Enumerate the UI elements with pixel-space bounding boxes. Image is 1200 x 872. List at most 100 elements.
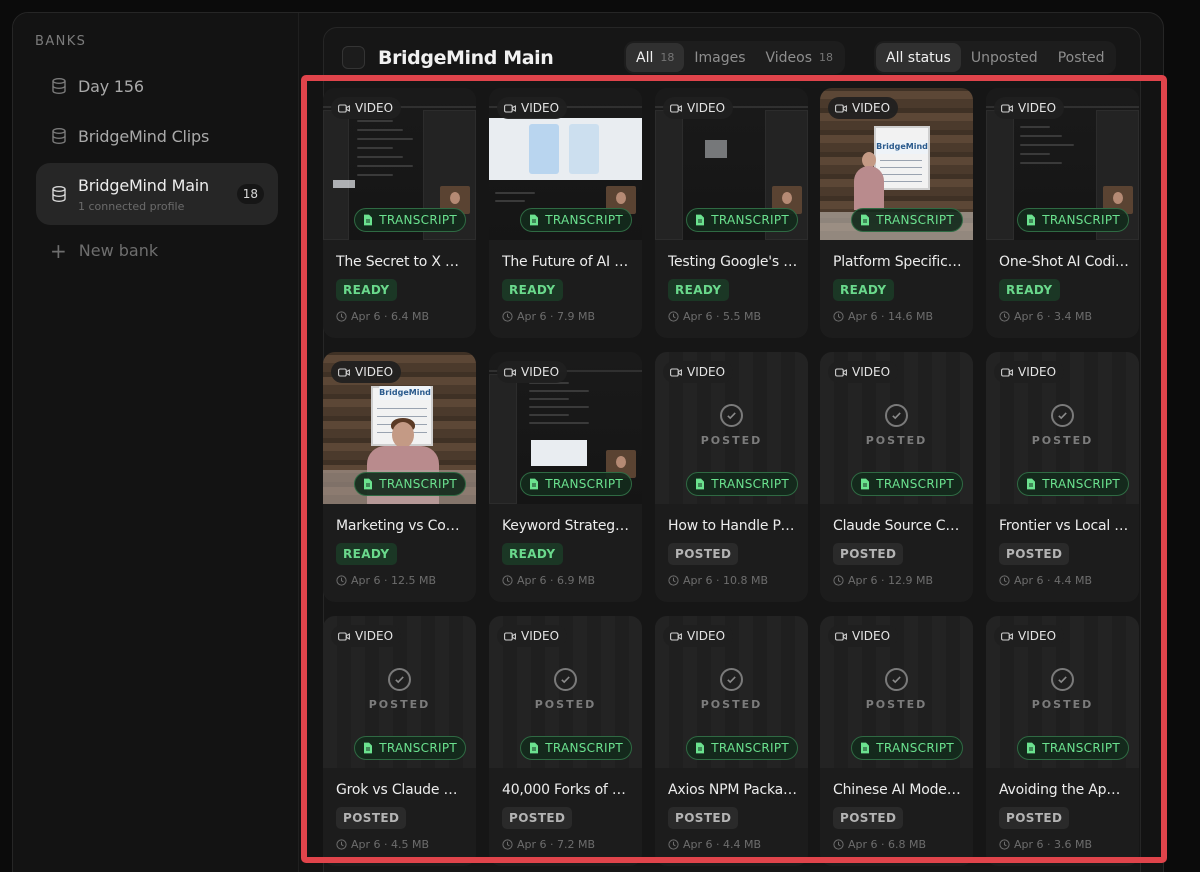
database-icon — [50, 127, 68, 145]
status-badge: READY — [999, 279, 1060, 301]
transcript-button[interactable]: TRANSCRIPT — [1017, 472, 1129, 496]
card-meta: Apr 6 · 3.6 MB — [999, 838, 1092, 851]
transcript-button[interactable]: TRANSCRIPT — [354, 736, 466, 760]
video-badge-label: VIDEO — [355, 365, 394, 379]
media-card[interactable]: VIDEO POSTED TRANSCRIPT Grok vs Claude B… PO… — [323, 616, 476, 866]
transcript-button[interactable]: TRANSCRIPT — [354, 208, 466, 232]
transcript-button[interactable]: TRANSCRIPT — [851, 472, 963, 496]
bank-item-bridgemind-main[interactable]: BridgeMind Main 1 connected profile 18 — [36, 163, 278, 225]
card-title: Platform Specific … — [833, 254, 963, 270]
posted-check — [720, 668, 743, 691]
posted-check — [1051, 404, 1074, 427]
card-meta-text: Apr 6 · 7.2 MB — [517, 838, 596, 851]
transcript-button[interactable]: TRANSCRIPT — [520, 736, 632, 760]
card-meta: Apr 6 · 7.9 MB — [502, 310, 595, 323]
filter-label: All status — [886, 49, 951, 66]
media-card[interactable]: BridgeMind VIDEO TRANSCRIPT Platform Specif… — [820, 88, 973, 338]
posted-overlay-label: POSTED — [1031, 434, 1094, 447]
filter-all[interactable]: All 18 — [626, 43, 685, 72]
status-badge: POSTED — [668, 543, 739, 565]
media-card[interactable]: VIDEO POSTED TRANSCRIPT 40,000 Forks of L… P… — [489, 616, 642, 866]
media-card[interactable]: BridgeMind VIDEO TRANSCRIPT Marketing vs Co… — [323, 352, 476, 602]
media-card[interactable]: VIDEO POSTED TRANSCRIPT How to Handle Pr… PO… — [655, 352, 808, 602]
card-title: 40,000 Forks of L… — [502, 782, 632, 798]
filter-videos[interactable]: Videos 18 — [756, 43, 844, 72]
filter-label: Posted — [1057, 49, 1105, 66]
select-all-checkbox[interactable] — [342, 46, 365, 69]
document-icon — [1027, 214, 1036, 226]
transcript-button[interactable]: TRANSCRIPT — [520, 208, 632, 232]
status-badge: POSTED — [502, 807, 573, 829]
camera-icon — [670, 103, 682, 113]
transcript-button[interactable]: TRANSCRIPT — [851, 208, 963, 232]
card-meta: Apr 6 · 4.4 MB — [999, 574, 1092, 587]
camera-icon — [835, 367, 847, 377]
type-filter-group: All 18 Images Videos 18 — [624, 41, 846, 74]
status-badge: POSTED — [999, 807, 1070, 829]
media-card[interactable]: VIDEO TRANSCRIPT The Future of AI C… READY A… — [489, 88, 642, 338]
filter-images[interactable]: Images — [684, 43, 755, 72]
media-card[interactable]: VIDEO TRANSCRIPT Testing Google's … READY Ap… — [655, 88, 808, 338]
database-icon — [50, 77, 68, 95]
new-bank-button[interactable]: + New bank — [50, 241, 158, 261]
document-icon — [861, 214, 870, 226]
posted-check — [554, 668, 577, 691]
clock-icon — [833, 575, 844, 586]
bank-name: Day 156 — [78, 76, 144, 96]
transcript-label: TRANSCRIPT — [545, 477, 623, 491]
media-card[interactable]: VIDEO POSTED TRANSCRIPT Avoiding the Appl… P… — [986, 616, 1139, 866]
media-card[interactable]: VIDEO TRANSCRIPT The Secret to X Vir… READY… — [323, 88, 476, 338]
filter-posted[interactable]: Posted — [1048, 43, 1115, 72]
card-meta: Apr 6 · 5.5 MB — [668, 310, 761, 323]
video-badge-label: VIDEO — [852, 365, 891, 379]
card-meta: Apr 6 · 7.2 MB — [502, 838, 595, 851]
card-meta-text: Apr 6 · 3.6 MB — [1014, 838, 1093, 851]
card-meta-text: Apr 6 · 10.8 MB — [683, 574, 769, 587]
filter-label: Videos — [765, 49, 813, 66]
transcript-button[interactable]: TRANSCRIPT — [851, 736, 963, 760]
posted-check — [388, 668, 411, 691]
video-type-badge: VIDEO — [497, 361, 568, 383]
card-meta: Apr 6 · 4.4 MB — [668, 838, 761, 851]
media-card[interactable]: VIDEO POSTED TRANSCRIPT Claude Source C… POS… — [820, 352, 973, 602]
filter-all-status[interactable]: All status — [876, 43, 961, 72]
video-badge-label: VIDEO — [521, 101, 560, 115]
transcript-button[interactable]: TRANSCRIPT — [1017, 208, 1129, 232]
video-badge-label: VIDEO — [1018, 365, 1057, 379]
clock-icon — [502, 311, 513, 322]
document-icon — [1027, 478, 1036, 490]
document-icon — [861, 478, 870, 490]
posted-check — [885, 404, 908, 427]
transcript-button[interactable]: TRANSCRIPT — [686, 472, 798, 496]
transcript-button[interactable]: TRANSCRIPT — [354, 472, 466, 496]
card-meta-text: Apr 6 · 3.4 MB — [1014, 310, 1093, 323]
document-icon — [364, 214, 373, 226]
media-card[interactable]: VIDEO TRANSCRIPT One-Shot AI Codi… READY Apr… — [986, 88, 1139, 338]
video-badge-label: VIDEO — [355, 629, 394, 643]
card-meta: Apr 6 · 12.5 MB — [336, 574, 436, 587]
card-meta-text: Apr 6 · 5.5 MB — [683, 310, 762, 323]
transcript-button[interactable]: TRANSCRIPT — [520, 472, 632, 496]
filter-unposted[interactable]: Unposted — [961, 43, 1048, 72]
document-icon — [696, 742, 705, 754]
transcript-label: TRANSCRIPT — [379, 741, 457, 755]
card-meta-text: Apr 6 · 6.4 MB — [351, 310, 430, 323]
video-badge-label: VIDEO — [687, 365, 726, 379]
transcript-button[interactable]: TRANSCRIPT — [1017, 736, 1129, 760]
media-card[interactable]: VIDEO POSTED TRANSCRIPT Axios NPM Packa… POS… — [655, 616, 808, 866]
transcript-button[interactable]: TRANSCRIPT — [686, 208, 798, 232]
transcript-label: TRANSCRIPT — [379, 477, 457, 491]
media-card[interactable]: VIDEO POSTED TRANSCRIPT Frontier vs Local …… — [986, 352, 1139, 602]
card-meta-text: Apr 6 · 12.5 MB — [351, 574, 437, 587]
card-meta: Apr 6 · 14.6 MB — [833, 310, 933, 323]
check-icon — [395, 676, 404, 684]
card-meta-text: Apr 6 · 4.4 MB — [1014, 574, 1093, 587]
media-card[interactable]: VIDEO POSTED TRANSCRIPT Chinese AI Model … P… — [820, 616, 973, 866]
transcript-button[interactable]: TRANSCRIPT — [686, 736, 798, 760]
status-badge: POSTED — [999, 543, 1070, 565]
bank-item-bridgemind-clips[interactable]: BridgeMind Clips — [36, 105, 278, 167]
video-badge-label: VIDEO — [852, 629, 891, 643]
media-card[interactable]: VIDEO TRANSCRIPT Keyword Strateg… READY Apr … — [489, 352, 642, 602]
posted-overlay: POSTED — [986, 404, 1139, 447]
document-icon — [1027, 742, 1036, 754]
